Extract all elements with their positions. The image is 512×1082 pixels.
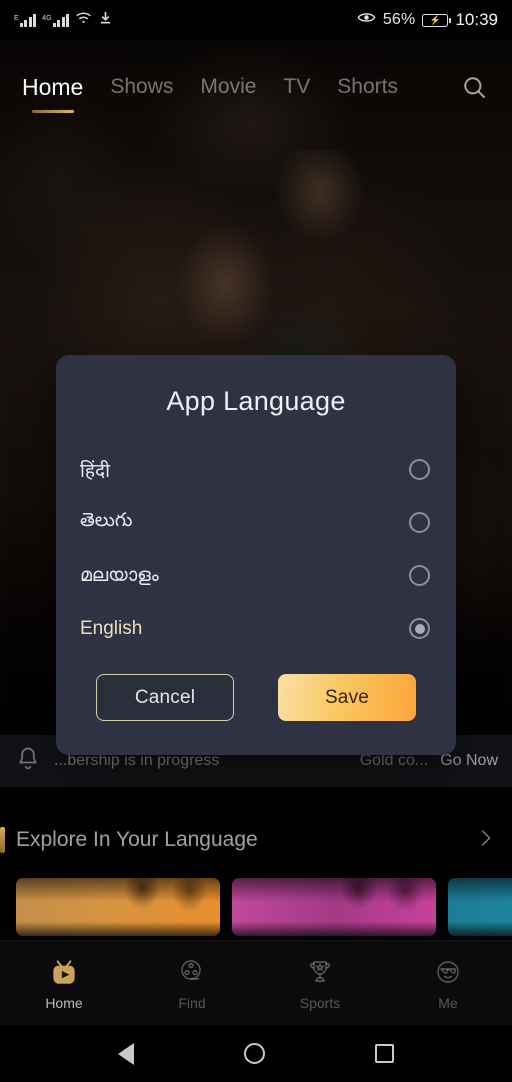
status-bar-right: 56% ⚡ 10:39 [357, 10, 498, 30]
bottom-tab-sports-label: Sports [299, 995, 341, 1011]
language-label: हिंदी [80, 460, 111, 482]
trophy-icon [304, 955, 336, 989]
language-option-english[interactable]: English [80, 602, 432, 655]
bell-icon [14, 745, 42, 778]
eye-comfort-icon [357, 10, 376, 30]
radio-dot [414, 623, 425, 634]
card-faces [232, 878, 436, 936]
dialog-actions: Cancel Save [56, 674, 456, 755]
download-icon [98, 10, 113, 30]
radio-button[interactable] [409, 565, 430, 586]
tab-home-label: Home [22, 73, 84, 100]
cancel-button[interactable]: Cancel [96, 674, 234, 721]
content-rail[interactable] [0, 878, 512, 940]
signal-1-icon: E [14, 13, 37, 27]
language-option-list: हिंदी తెలుగు മലയാളം English [56, 443, 456, 655]
signal-2-icon: 4G [42, 13, 70, 27]
section-title: Explore In Your Language [16, 828, 258, 851]
list-item[interactable] [16, 878, 220, 936]
language-label: తెలుగు [80, 509, 133, 531]
back-triangle-icon[interactable] [118, 1042, 134, 1065]
status-bar: E 4G 56% ⚡ 10:39 [0, 0, 512, 40]
clock: 10:39 [455, 10, 498, 29]
list-item[interactable] [448, 878, 512, 936]
active-tab-underline [31, 109, 74, 113]
wifi-icon [75, 11, 92, 30]
language-label: മലയാളം [80, 564, 159, 586]
recents-square-icon[interactable] [375, 1044, 394, 1063]
section-accent-bar [0, 827, 5, 853]
bottom-tab-find-label: Find [178, 995, 206, 1011]
top-navigation: Home Shows Movie TV Shorts [0, 58, 512, 116]
tab-home[interactable]: Home [22, 73, 84, 113]
tab-shorts[interactable]: Shorts [337, 75, 398, 99]
battery-percent: 56% [382, 11, 416, 28]
bottom-tab-home[interactable]: Home [0, 955, 128, 1011]
language-option-malayalam[interactable]: മലയാളം [80, 549, 432, 602]
bottom-tab-me[interactable]: Me [384, 955, 512, 1011]
language-label: English [80, 617, 143, 639]
radio-button[interactable] [409, 618, 430, 639]
tab-shows[interactable]: Shows [110, 75, 173, 99]
tab-movie[interactable]: Movie [200, 75, 256, 99]
card-faces [16, 878, 220, 936]
tab-tv[interactable]: TV [283, 75, 310, 99]
bottom-tab-sports[interactable]: Sports [256, 955, 384, 1011]
system-navigation-bar [0, 1025, 512, 1082]
chevron-right-icon[interactable] [474, 827, 496, 854]
bottom-tab-me-label: Me [438, 995, 458, 1011]
section-header[interactable]: Explore In Your Language [0, 812, 512, 868]
bottom-tab-bar: Home Find Sports Me [0, 940, 512, 1025]
radio-button[interactable] [409, 512, 430, 533]
app-language-dialog: App Language हिंदी తెలుగు മലയാളം English… [56, 355, 456, 755]
phone-screen: Explore In Your Language ...bership is i… [0, 0, 512, 1082]
home-circle-icon[interactable] [244, 1043, 265, 1064]
face-sunglasses-icon [432, 955, 464, 989]
bottom-tab-home-label: Home [45, 995, 83, 1011]
search-icon[interactable] [458, 71, 490, 103]
dialog-title: App Language [166, 386, 346, 416]
battery-icon: ⚡ [422, 13, 452, 27]
card-art [448, 878, 512, 936]
save-button[interactable]: Save [278, 674, 416, 721]
status-bar-left: E 4G [14, 10, 113, 30]
bottom-tab-find[interactable]: Find [128, 955, 256, 1011]
list-item[interactable] [232, 878, 436, 936]
film-reel-icon [176, 955, 208, 989]
tv-play-icon [47, 955, 81, 989]
language-option-telugu[interactable]: తెలుగు [80, 496, 432, 549]
radio-button[interactable] [409, 459, 430, 480]
language-option-hindi[interactable]: हिंदी [80, 443, 432, 496]
